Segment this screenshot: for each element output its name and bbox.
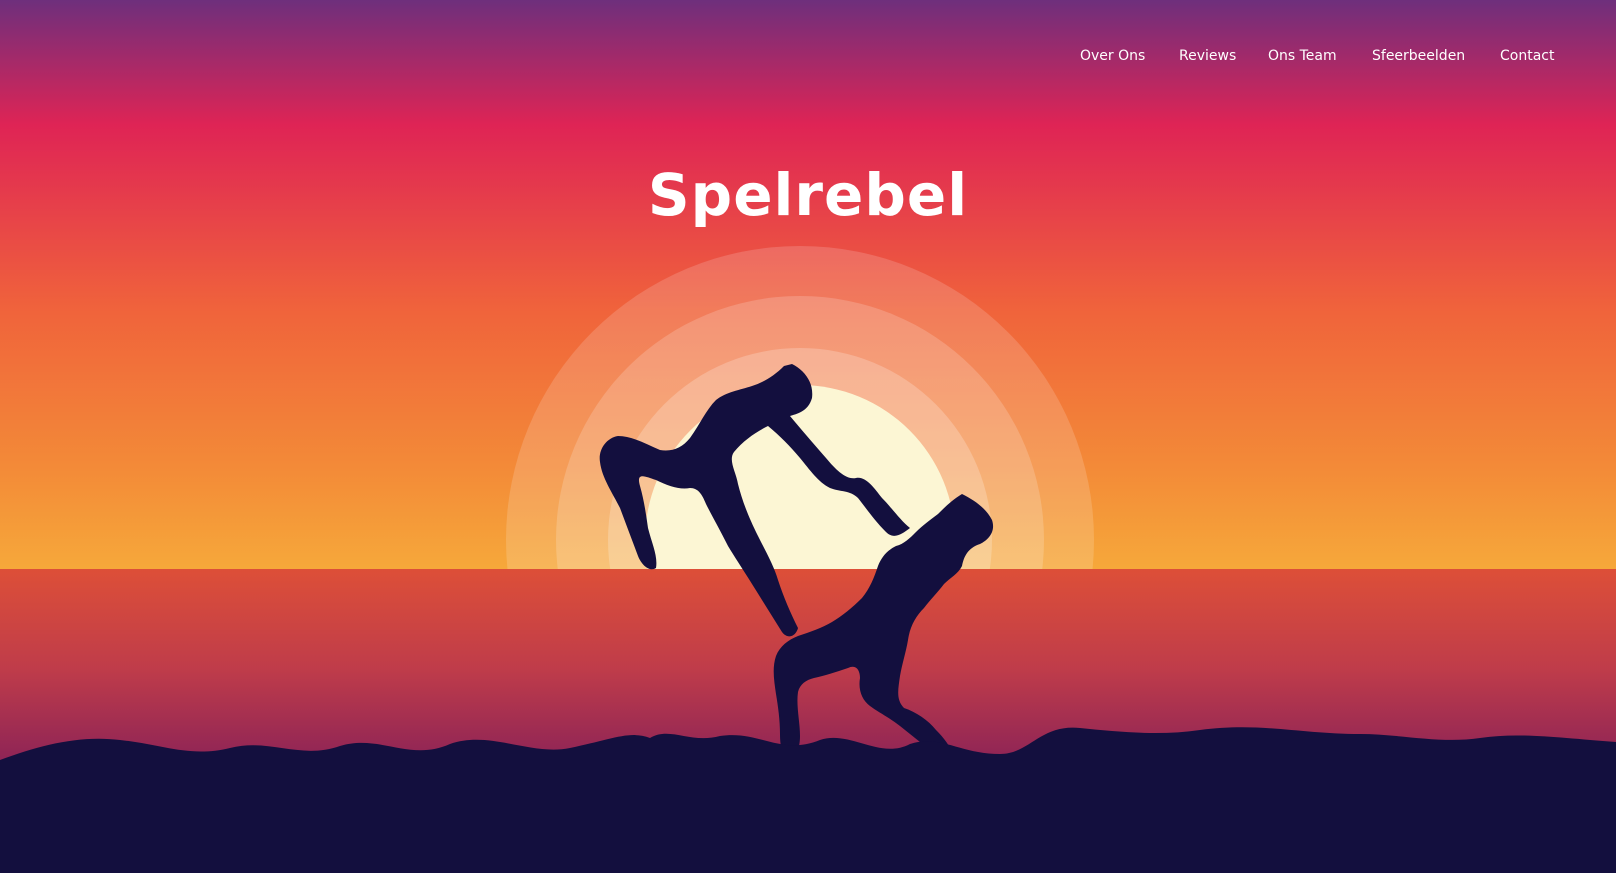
nav-link-contact[interactable]: Contact	[1500, 44, 1554, 68]
main-navigation: Over Ons Reviews Ons Team Sfeerbeelden C…	[0, 44, 1616, 68]
nav-link-ons-team[interactable]: Ons Team	[1268, 44, 1337, 68]
hero-illustration	[0, 0, 1616, 873]
site-title: Spelrebel	[647, 161, 969, 229]
nav-link-reviews[interactable]: Reviews	[1179, 44, 1236, 68]
page: Over Ons Reviews Ons Team Sfeerbeelden C…	[0, 0, 1616, 873]
nav-link-over-ons[interactable]: Over Ons	[1080, 44, 1145, 68]
nav-link-sfeerbeelden[interactable]: Sfeerbeelden	[1372, 44, 1465, 68]
foreground-waves	[0, 727, 1616, 873]
